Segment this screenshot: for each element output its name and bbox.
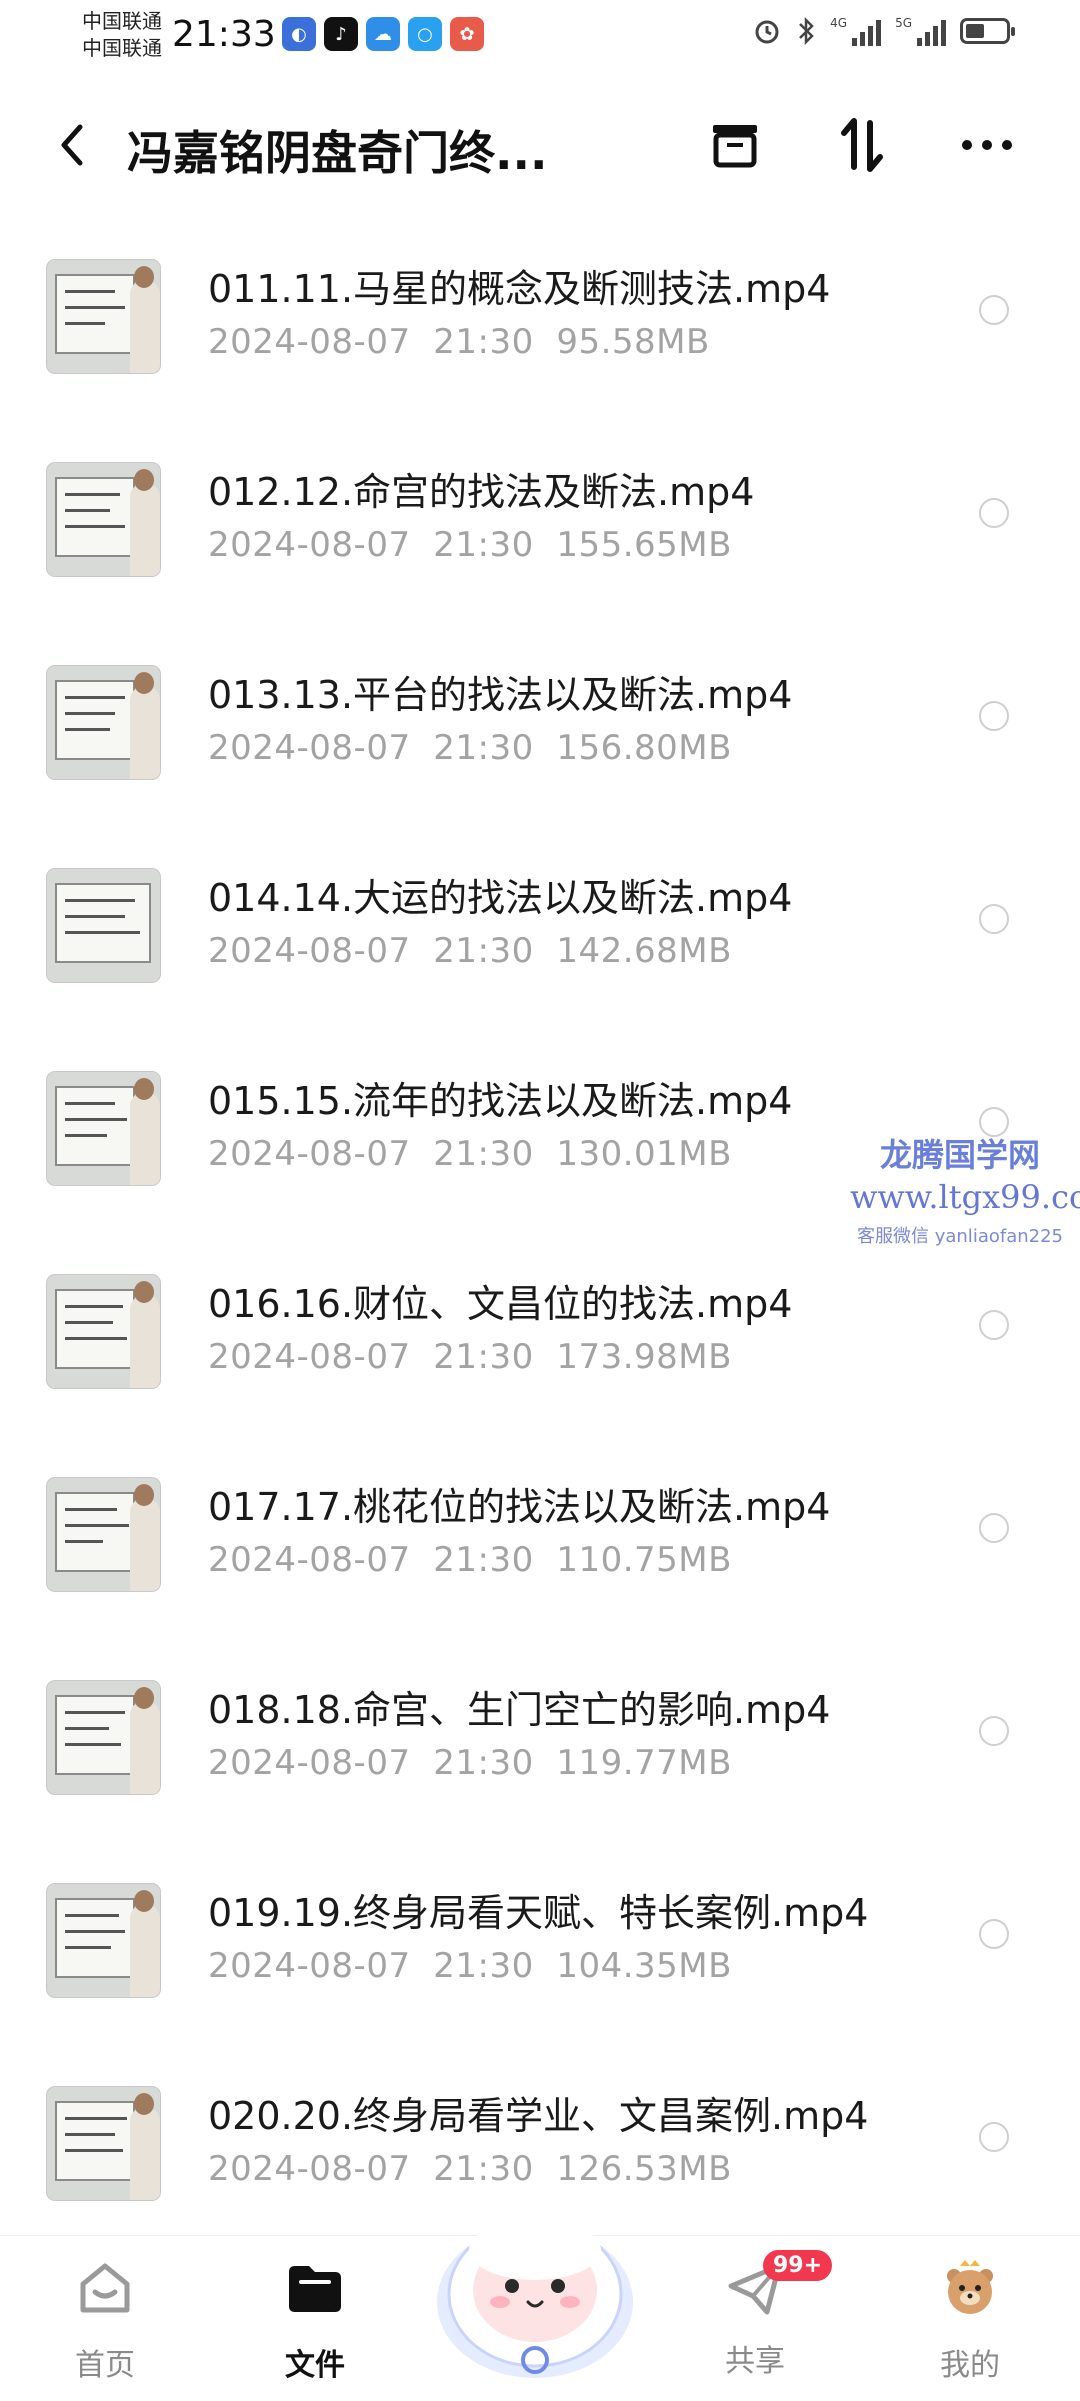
file-row[interactable]: 012.12.命宫的找法及断法.mp4 2024-08-07 21:30 155… bbox=[0, 443, 1080, 646]
file-row[interactable]: 016.16.财位、文昌位的找法.mp4 2024-08-07 21:30 17… bbox=[0, 1255, 1080, 1458]
select-radio[interactable] bbox=[979, 1716, 1009, 1746]
video-thumbnail bbox=[47, 1681, 160, 1794]
file-meta: 2024-08-07 21:30 142.68MB bbox=[208, 931, 732, 971]
file-name: 017.17.桃花位的找法以及断法.mp4 bbox=[208, 1485, 831, 1529]
profile-bear-icon bbox=[947, 2260, 993, 2314]
status-bar: 中国联通 中国联通 21:33 ◐ ♪ ☁ ○ ✿ 4G 5G bbox=[0, 0, 1080, 72]
shield-app-icon: ◐ bbox=[282, 17, 316, 51]
video-thumbnail bbox=[47, 869, 160, 982]
video-thumbnail bbox=[47, 1884, 160, 1997]
file-name: 015.15.流年的找法以及断法.mp4 bbox=[208, 1079, 793, 1123]
battery-icon bbox=[960, 18, 1015, 44]
file-list: 011.11.马星的概念及断测技法.mp4 2024-08-07 21:30 9… bbox=[0, 240, 1080, 2270]
file-meta: 2024-08-07 21:30 156.80MB bbox=[208, 728, 732, 768]
file-name: 016.16.财位、文昌位的找法.mp4 bbox=[208, 1282, 793, 1326]
nav-files-label: 文件 bbox=[285, 2348, 345, 2383]
nav-share[interactable]: 99+ 共享 bbox=[685, 2250, 833, 2380]
more-icon[interactable] bbox=[955, 113, 1019, 177]
video-thumbnail bbox=[47, 1478, 160, 1591]
file-meta: 2024-08-07 21:30 110.75MB bbox=[208, 1540, 732, 1580]
archive-box-icon[interactable] bbox=[703, 113, 767, 177]
video-thumbnail bbox=[47, 1072, 160, 1185]
tiktok-icon: ♪ bbox=[324, 17, 358, 51]
file-meta: 2024-08-07 21:30 173.98MB bbox=[208, 1337, 732, 1377]
carrier-2: 中国联通 bbox=[82, 36, 162, 60]
game-app-icon: ✿ bbox=[450, 17, 484, 51]
video-thumbnail bbox=[47, 666, 160, 779]
file-name: 012.12.命宫的找法及断法.mp4 bbox=[208, 470, 755, 514]
weather-icon: ☁ bbox=[366, 17, 400, 51]
watermark: 龙腾国学网 www.ltgx99.com 客服微信 yanliaofan225 bbox=[850, 1130, 1080, 1248]
nav-files[interactable]: 文件 bbox=[245, 2256, 385, 2384]
file-meta: 2024-08-07 21:30 130.01MB bbox=[208, 1134, 732, 1174]
file-row[interactable]: 018.18.命宫、生门空亡的影响.mp4 2024-08-07 21:30 1… bbox=[0, 1661, 1080, 1864]
file-row[interactable]: 019.19.终身局看天赋、特长案例.mp4 2024-08-07 21:30 … bbox=[0, 1864, 1080, 2067]
sort-icon[interactable] bbox=[830, 113, 894, 177]
carrier-labels: 中国联通 中国联通 bbox=[82, 8, 162, 62]
nav-profile-label: 我的 bbox=[940, 2348, 1000, 2383]
carrier-1: 中国联通 bbox=[82, 9, 162, 33]
back-arrow-icon[interactable] bbox=[48, 115, 98, 175]
nav-profile[interactable]: 我的 bbox=[900, 2256, 1040, 2384]
file-name: 020.20.终身局看学业、文昌案例.mp4 bbox=[208, 2094, 869, 2138]
search-app-icon: ○ bbox=[408, 17, 442, 51]
file-name: 014.14.大运的找法以及断法.mp4 bbox=[208, 876, 793, 920]
file-meta: 2024-08-07 21:30 155.65MB bbox=[208, 525, 732, 565]
select-radio[interactable] bbox=[979, 1310, 1009, 1340]
bluetooth-icon bbox=[799, 16, 814, 46]
watermark-url: www.ltgx99.com bbox=[850, 1178, 1080, 1216]
file-row[interactable]: 014.14.大运的找法以及断法.mp4 2024-08-07 21:30 14… bbox=[0, 849, 1080, 1052]
file-meta: 2024-08-07 21:30 95.58MB bbox=[208, 322, 710, 362]
signal-5g-icon: 5G bbox=[895, 16, 946, 46]
video-thumbnail bbox=[47, 260, 160, 373]
file-name: 018.18.命宫、生门空亡的影响.mp4 bbox=[208, 1688, 831, 1732]
nav-home-label: 首页 bbox=[75, 2348, 135, 2383]
status-app-icons: ◐ ♪ ☁ ○ ✿ bbox=[282, 17, 484, 51]
video-thumbnail bbox=[47, 463, 160, 576]
watermark-title: 龙腾国学网 bbox=[879, 1136, 1040, 1174]
mascot-center-button[interactable] bbox=[430, 2182, 640, 2382]
file-name: 013.13.平台的找法以及断法.mp4 bbox=[208, 673, 793, 717]
select-radio[interactable] bbox=[979, 701, 1009, 731]
nav-share-label: 共享 bbox=[725, 2344, 785, 2379]
folder-icon bbox=[289, 2266, 341, 2312]
video-thumbnail bbox=[47, 2087, 160, 2200]
file-meta: 2024-08-07 21:30 119.77MB bbox=[208, 1743, 732, 1783]
select-radio[interactable] bbox=[979, 904, 1009, 934]
video-thumbnail bbox=[47, 1275, 160, 1388]
share-icon-wrapper: 99+ bbox=[723, 2250, 833, 2320]
file-name: 011.11.马星的概念及断测技法.mp4 bbox=[208, 267, 831, 311]
file-meta: 2024-08-07 21:30 104.35MB bbox=[208, 1946, 732, 1986]
watermark-contact: 客服微信 yanliaofan225 bbox=[857, 1226, 1063, 1247]
select-radio[interactable] bbox=[979, 2122, 1009, 2152]
file-row[interactable]: 017.17.桃花位的找法以及断法.mp4 2024-08-07 21:30 1… bbox=[0, 1458, 1080, 1661]
share-badge: 99+ bbox=[763, 2250, 833, 2281]
select-radio[interactable] bbox=[979, 1513, 1009, 1543]
top-app-bar: 冯嘉铭阴盘奇门终... bbox=[0, 95, 1080, 195]
select-radio[interactable] bbox=[979, 498, 1009, 528]
alarm-icon bbox=[755, 20, 779, 44]
file-row[interactable]: 011.11.马星的概念及断测技法.mp4 2024-08-07 21:30 9… bbox=[0, 240, 1080, 443]
home-icon bbox=[80, 2263, 130, 2313]
file-name: 019.19.终身局看天赋、特长案例.mp4 bbox=[208, 1891, 869, 1935]
nav-home[interactable]: 首页 bbox=[35, 2256, 175, 2384]
status-right-icons: 4G 5G bbox=[752, 16, 1015, 46]
status-time: 21:33 bbox=[172, 14, 276, 55]
file-row[interactable]: 013.13.平台的找法以及断法.mp4 2024-08-07 21:30 15… bbox=[0, 646, 1080, 849]
select-radio[interactable] bbox=[979, 1919, 1009, 1949]
select-radio[interactable] bbox=[979, 295, 1009, 325]
page-title: 冯嘉铭阴盘奇门终... bbox=[127, 126, 548, 180]
signal-4g-icon: 4G bbox=[830, 16, 882, 46]
